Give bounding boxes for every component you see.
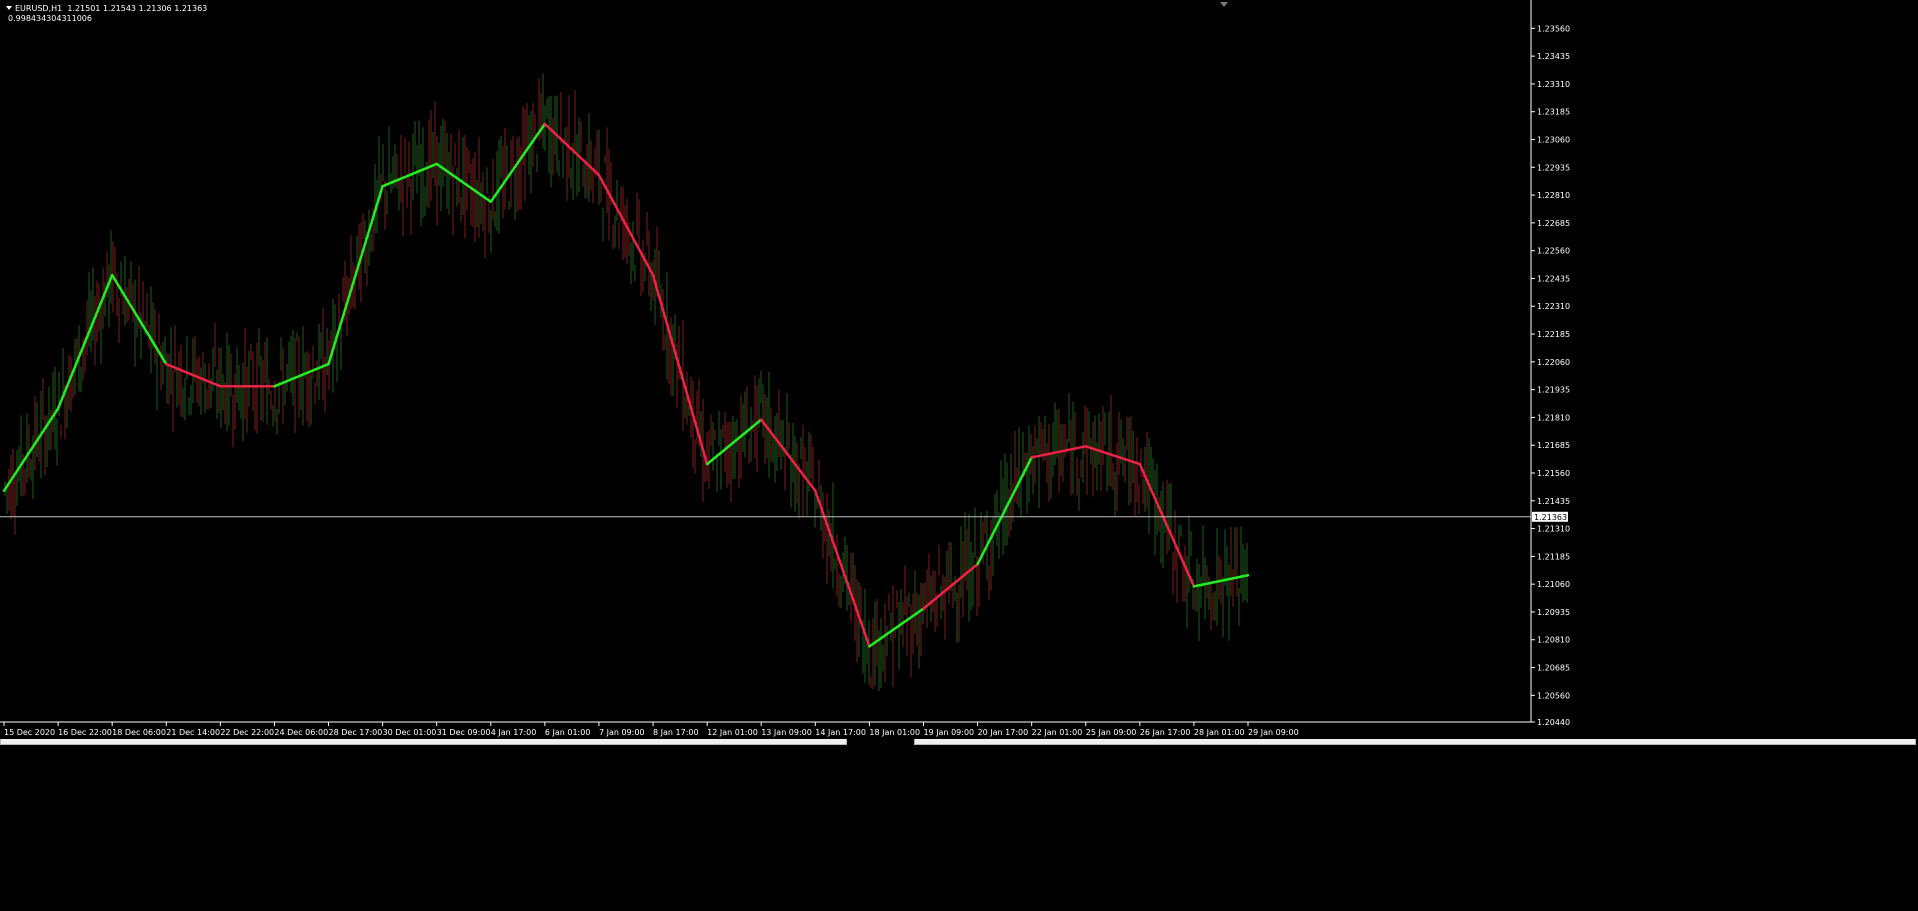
time-tick-label: 28 Dec 17:00 xyxy=(329,728,383,737)
price-tick-label: 1.20810 xyxy=(1537,636,1570,645)
price-tick-label: 1.21310 xyxy=(1537,525,1570,534)
time-tick-label: 8 Jan 17:00 xyxy=(653,728,699,737)
indicator-value: 0.998434304311006 xyxy=(8,14,92,23)
trend-segment xyxy=(814,489,871,648)
price-tick-label: 1.22060 xyxy=(1537,358,1570,367)
price-tick-label: 1.21060 xyxy=(1537,580,1570,589)
ohlc-values: 1.21501 1.21543 1.21306 1.21363 xyxy=(67,4,208,13)
chart-tab-left[interactable] xyxy=(0,739,847,745)
price-tick-label: 1.21685 xyxy=(1537,441,1570,450)
time-tick-label: 16 Dec 22:00 xyxy=(58,728,112,737)
time-tick-label: 20 Jan 17:00 xyxy=(978,728,1029,737)
time-tick-label: 18 Dec 06:00 xyxy=(112,728,166,737)
price-tick-label: 1.21560 xyxy=(1537,469,1570,478)
chart-info: EURUSD,H1 1.21501 1.21543 1.21306 1.2136… xyxy=(15,4,207,14)
price-tick-label: 1.20440 xyxy=(1537,718,1570,727)
time-tick-label: 15 Dec 2020 xyxy=(4,728,55,737)
candlestick-series xyxy=(4,73,1248,691)
price-tick-label: 1.23185 xyxy=(1537,108,1570,117)
time-tick-label: 6 Jan 01:00 xyxy=(545,728,591,737)
time-tick-label: 19 Jan 09:00 xyxy=(923,728,974,737)
price-tick-label: 1.20935 xyxy=(1537,608,1570,617)
time-tick-label: 30 Dec 01:00 xyxy=(383,728,437,737)
current-price-label: 1.21363 xyxy=(1534,513,1567,522)
price-tick-label: 1.21935 xyxy=(1537,386,1570,395)
trend-segment xyxy=(327,184,384,366)
symbol-timeframe: EURUSD,H1 xyxy=(15,4,63,13)
price-tick-label: 1.21435 xyxy=(1537,497,1570,506)
time-tick-label: 28 Jan 01:00 xyxy=(1194,728,1245,737)
time-tick-label: 18 Jan 01:00 xyxy=(869,728,920,737)
price-tick-label: 1.22685 xyxy=(1537,219,1570,228)
time-axis[interactable]: 15 Dec 2020 16 Dec 22:00 18 Dec 06:00 21 De… xyxy=(0,721,1531,737)
current-price-tag: 1.21363 xyxy=(1532,511,1568,522)
price-tick-label: 1.22185 xyxy=(1537,330,1570,339)
trend-segment xyxy=(1084,445,1142,466)
time-tick-label: 22 Dec 22:00 xyxy=(220,728,274,737)
time-tick-label: 24 Dec 06:00 xyxy=(274,728,328,737)
price-tick-label: 1.22435 xyxy=(1537,274,1570,283)
time-tick-label: 21 Dec 14:00 xyxy=(166,728,220,737)
price-chart[interactable]: 1.23560 1.23435 1.23310 1.23185 1.23060 1.229… xyxy=(0,0,1918,911)
trend-segment xyxy=(56,273,114,410)
symbol-menu-icon[interactable] xyxy=(6,6,12,10)
time-tick-label: 26 Jan 17:00 xyxy=(1140,728,1191,737)
time-tick-label: 25 Jan 09:00 xyxy=(1086,728,1137,737)
chart-shift-marker-icon[interactable] xyxy=(1220,2,1228,7)
price-tick-label: 1.23310 xyxy=(1537,80,1570,89)
price-axis[interactable]: 1.23560 1.23435 1.23310 1.23185 1.23060 1.229… xyxy=(1530,0,1570,727)
price-tick-label: 1.22310 xyxy=(1537,302,1570,311)
time-tick-label: 13 Jan 09:00 xyxy=(761,728,812,737)
price-tick-label: 1.22810 xyxy=(1537,191,1570,200)
time-tick-label: 12 Jan 01:00 xyxy=(707,728,758,737)
price-tick-label: 1.21810 xyxy=(1537,413,1570,422)
time-tick-label: 4 Jan 17:00 xyxy=(491,728,537,737)
price-tick-label: 1.20560 xyxy=(1537,691,1570,700)
time-tick-label: 31 Dec 09:00 xyxy=(437,728,491,737)
price-tick-label: 1.23560 xyxy=(1537,24,1570,33)
chart-tab-bar xyxy=(0,739,1918,747)
time-tick-label: 29 Jan 09:00 xyxy=(1248,728,1299,737)
time-tick-label: 22 Jan 01:00 xyxy=(1032,728,1083,737)
time-tick-label: 14 Jan 17:00 xyxy=(815,728,866,737)
price-tick-label: 1.21185 xyxy=(1537,552,1570,561)
price-tick-label: 1.22935 xyxy=(1537,163,1570,172)
chart-tab-right[interactable] xyxy=(914,739,1916,745)
time-tick-label: 7 Jan 09:00 xyxy=(599,728,645,737)
trend-segment xyxy=(651,273,709,466)
trend-segment xyxy=(705,418,763,466)
price-tick-label: 1.20685 xyxy=(1537,664,1570,673)
trend-segment xyxy=(597,173,655,277)
price-tick-label: 1.22560 xyxy=(1537,247,1570,256)
price-tick-label: 1.23435 xyxy=(1537,52,1570,61)
price-tick-label: 1.23060 xyxy=(1537,136,1570,145)
